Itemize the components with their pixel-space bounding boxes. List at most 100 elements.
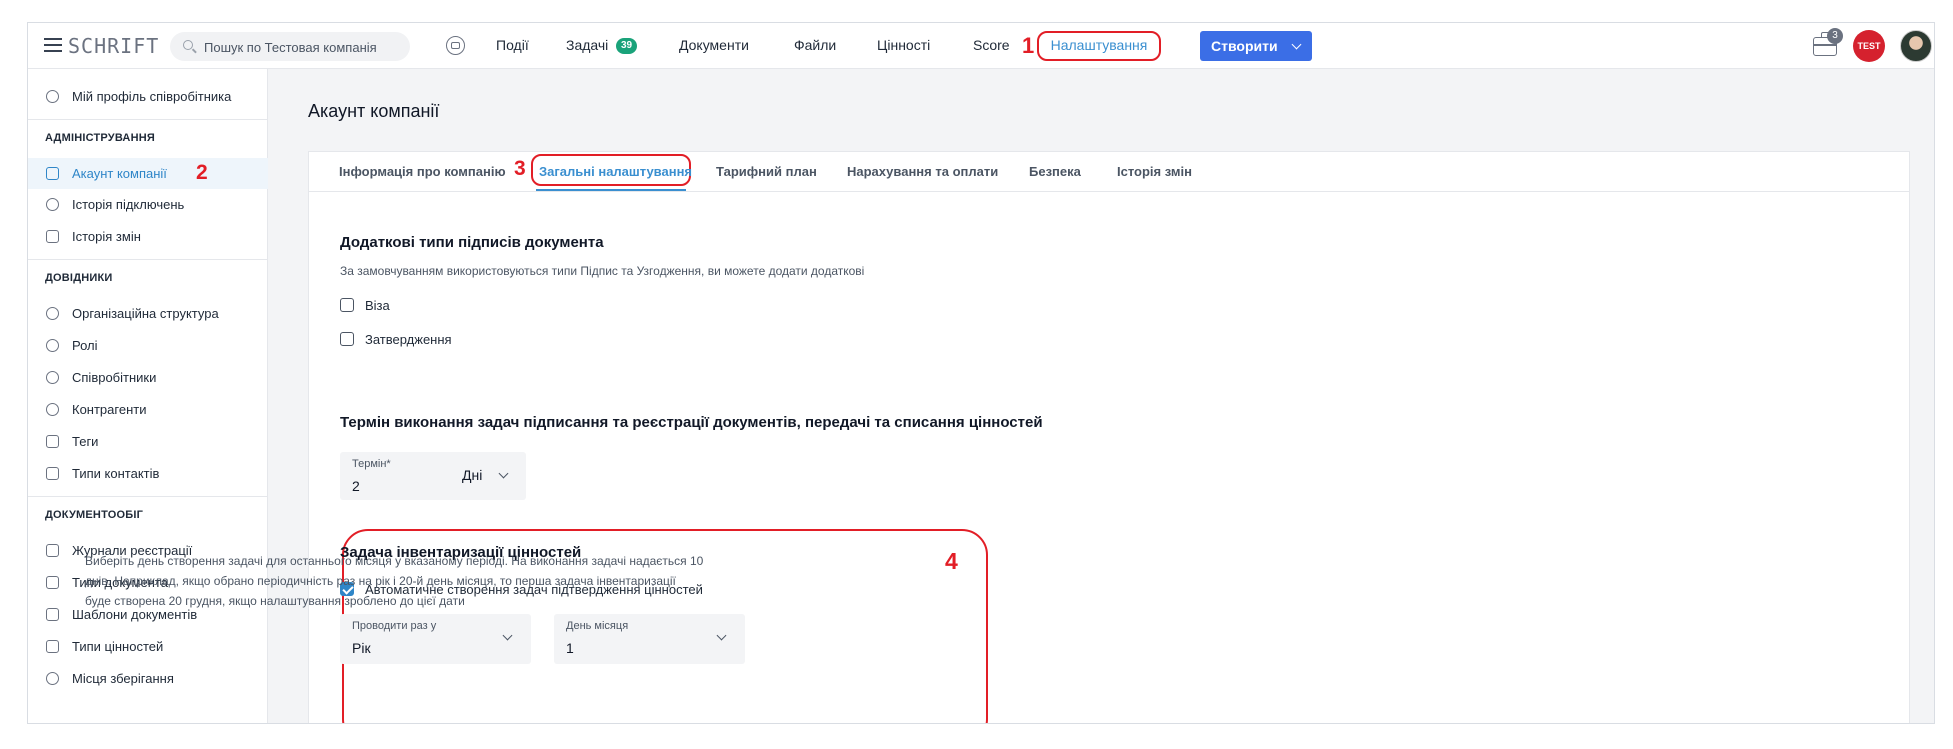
signatures-title: Додаткові типи підписів документа [340,234,604,251]
value-type-icon [46,640,59,653]
users-icon [46,339,59,352]
app-logo[interactable]: SCHRIFT [68,34,159,58]
deadline-field-label: Термін* [352,458,391,470]
sidebar-item-label: Контрагенти [72,402,147,417]
chevron-down-icon [498,468,509,479]
chevron-down-icon [502,630,513,641]
sidebar-item-org-structure[interactable]: Організаційна структура [28,298,268,329]
company-logo[interactable]: TEST [1853,30,1885,62]
user-circle-icon [46,90,59,103]
org-structure-icon [46,307,59,320]
sidebar: Мій профіль співробітника АДМІНІСТРУВАНН… [28,69,268,723]
location-icon [46,672,59,685]
sidebar-item-label: Теги [72,434,99,449]
step-marker-3: 3 [514,157,526,180]
tab-tariff-plan[interactable]: Тарифний план [716,164,817,179]
step-marker-4: 4 [945,548,958,574]
sidebar-section-directories: ДОВІДНИКИ [45,272,113,284]
create-button[interactable]: Створити [1200,31,1312,61]
globe-icon [46,403,59,416]
search-icon [183,40,193,50]
sidebar-item-storage-places[interactable]: Місця зберігання [28,663,268,694]
sidebar-item-label: Місця зберігання [72,671,174,686]
sidebar-item-label: Акаунт компанії [72,166,167,181]
sidebar-item-label: Ролі [72,338,98,353]
sidebar-item-company-account[interactable]: Акаунт компанії [28,158,268,189]
step-marker-1: 1 [1022,33,1035,58]
period-select[interactable]: Проводити раз у Рік [340,614,531,664]
tab-change-history[interactable]: Історія змін [1117,164,1192,179]
day-select-value: 1 [566,640,574,656]
sidebar-item-label: Співробітники [72,370,157,385]
sidebar-item-label: Мій профіль співробітника [72,89,232,104]
tab-general-settings-label: Загальні налаштування [539,164,693,179]
user-icon [46,371,59,384]
nav-files[interactable]: Файли [794,37,836,53]
sidebar-item-value-types[interactable]: Типи цінностей [28,631,268,662]
document-icon [46,576,59,589]
active-tab-indicator [536,189,686,191]
nav-events[interactable]: Події [496,37,529,53]
sidebar-item-tags[interactable]: Теги [28,426,268,457]
sidebar-item-employees[interactable]: Співробітники [28,362,268,393]
nav-values[interactable]: Цінності [877,37,930,53]
sidebar-divider [28,259,268,260]
sidebar-item-counterparties[interactable]: Контрагенти [28,394,268,425]
user-avatar[interactable] [1900,30,1932,62]
day-select-label: День місяця [566,620,629,632]
tab-charges-payments[interactable]: Нарахування та оплати [847,164,998,179]
search-input[interactable]: Пошук по Тестовая компанія [170,32,410,61]
tab-company-info[interactable]: Інформація про компанію [339,164,506,179]
signatures-note: За замовчуванням використовуються типи П… [340,264,865,278]
chevron-down-icon [716,630,727,641]
card-icon [46,467,59,480]
top-bar: SCHRIFT Пошук по Тестовая компанія Події… [28,23,1934,69]
search-placeholder: Пошук по Тестовая компанія [204,40,377,55]
sidebar-item-contact-types[interactable]: Типи контактів [28,458,268,489]
sidebar-item-roles[interactable]: Ролі [28,330,268,361]
sidebar-divider [28,119,268,120]
period-select-value: Рік [352,640,371,656]
settings-card: Інформація про компанію 3 Загальні налаш… [308,151,1910,723]
deadline-title: Термін виконання задач підписання та реє… [340,414,1043,431]
notifications-badge: 3 [1827,28,1843,44]
sidebar-divider [28,496,268,497]
approval-label: Затвердження [365,332,452,347]
tab-general-settings[interactable]: Загальні налаштування [531,154,693,186]
tag-icon [46,435,59,448]
sidebar-item-profile[interactable]: Мій профіль співробітника [28,81,268,112]
sidebar-section-admin: АДМІНІСТРУВАННЯ [45,132,155,144]
approval-checkbox[interactable] [340,332,354,346]
pencil-icon [46,230,59,243]
nav-settings[interactable]: Налаштування [1037,31,1161,61]
nav-score[interactable]: Score [973,37,1010,53]
template-icon [46,608,59,621]
inventory-hint: Виберіть день створення задачі для остан… [85,554,704,608]
day-select[interactable]: День місяця 1 [554,614,745,664]
period-select-label: Проводити раз у [352,620,437,632]
tab-security[interactable]: Безпека [1029,164,1081,179]
chevron-down-icon [1291,39,1302,50]
visa-label: Віза [365,298,390,313]
page-title: Акаунт компанії [308,101,440,121]
deadline-field[interactable]: Термін* 2 Дні [340,452,526,500]
home-icon [46,167,59,180]
sidebar-item-label: Типи цінностей [72,639,164,654]
history-icon [46,198,59,211]
nav-tasks[interactable]: Задачі [566,37,608,53]
journal-icon [46,544,59,557]
tasks-count-badge: 39 [616,38,637,54]
nav-documents[interactable]: Документи [679,37,749,53]
ideas-icon[interactable] [446,36,465,55]
sidebar-item-connection-history[interactable]: Історія підключень [28,189,268,220]
tab-bar: Інформація про компанію 3 Загальні налаш… [309,152,1909,192]
visa-checkbox[interactable] [340,298,354,312]
deadline-field-value: 2 [352,478,360,494]
sidebar-section-docflow: ДОКУМЕНТООБІГ [45,509,144,521]
create-button-label: Створити [1211,38,1278,54]
deadline-unit[interactable]: Дні [462,467,482,483]
sidebar-item-label: Організаційна структура [72,306,219,321]
sidebar-item-change-history[interactable]: Історія змін [28,221,268,252]
step-marker-2: 2 [196,161,208,184]
menu-icon[interactable] [44,38,62,52]
